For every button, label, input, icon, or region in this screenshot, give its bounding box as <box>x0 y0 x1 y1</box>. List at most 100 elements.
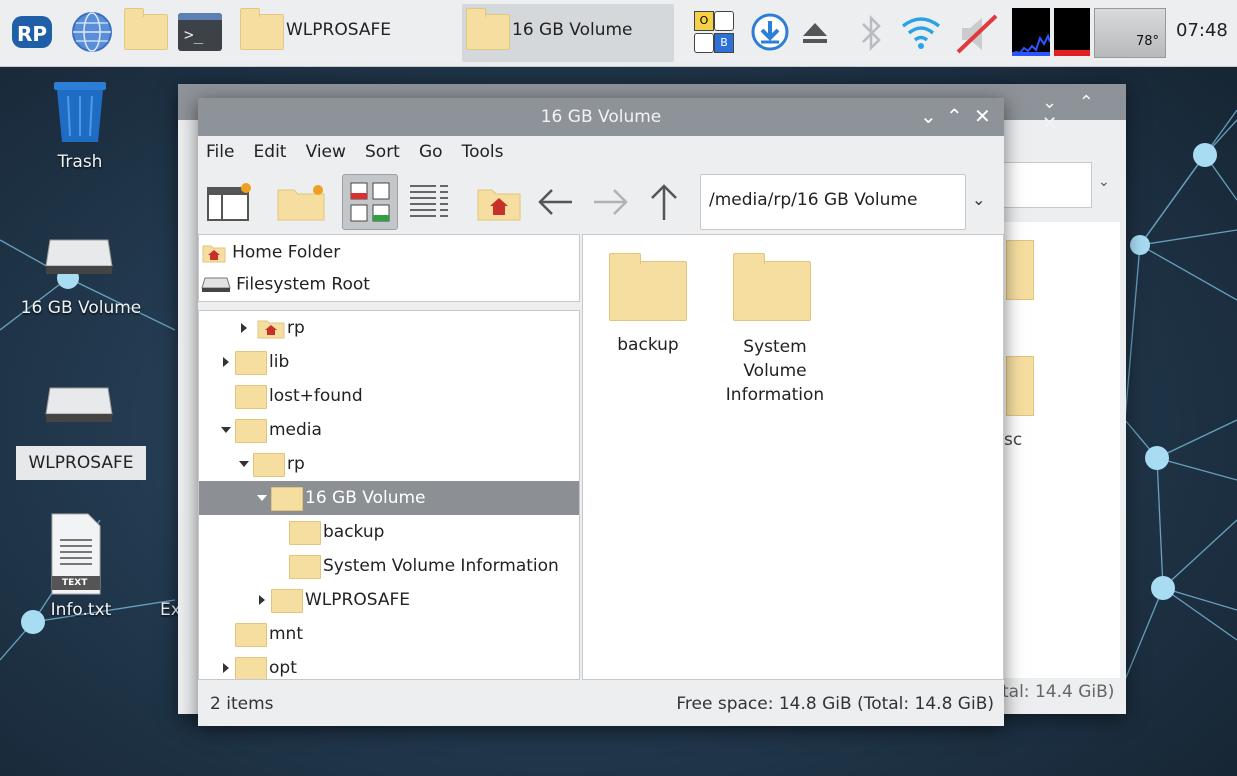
file-manager-window[interactable]: 16 GB Volume ⌄ ⌃ ✕ File Edit View Sort G… <box>198 98 1004 726</box>
folder-icon <box>253 453 285 477</box>
back-button[interactable] <box>534 180 576 224</box>
taskbar-window-wlprosafe[interactable]: WLPROSAFE <box>236 4 446 62</box>
expand-arrow-icon[interactable] <box>241 323 247 333</box>
folder-icon <box>733 253 811 321</box>
menu-bar: File Edit View Sort Go Tools <box>206 142 518 172</box>
path-dropdown-icon[interactable]: ⌄ <box>972 190 985 209</box>
tree-item-lost-found[interactable]: lost+found <box>199 379 579 413</box>
background-window-controls[interactable]: ⌄ ⌃ ✕ <box>1042 92 1126 134</box>
background-path-dropdown-icon[interactable]: ⌄ <box>1098 174 1110 190</box>
home-button[interactable] <box>476 180 524 224</box>
folder-icon <box>235 385 267 409</box>
tree-item-label: opt <box>269 658 297 678</box>
up-arrow-icon <box>651 184 677 220</box>
expand-arrow-icon[interactable] <box>259 595 265 605</box>
tree-item-lib[interactable]: lib <box>199 345 579 379</box>
menu-sort[interactable]: Sort <box>365 142 400 162</box>
tree-item-system-volume-information[interactable]: System Volume Information <box>199 549 579 583</box>
list-view-button[interactable] <box>406 178 452 226</box>
collapse-arrow-icon[interactable] <box>257 495 267 501</box>
desktop-icon-info-txt[interactable]: TEXT Info.txt <box>6 508 156 628</box>
new-folder-icon <box>277 185 325 221</box>
forward-button[interactable] <box>590 180 632 224</box>
tree-item-media-rp[interactable]: rp <box>199 447 579 481</box>
desktop-icon-wlprosafe[interactable]: WLPROSAFE <box>6 378 156 480</box>
tree-item-mnt[interactable]: mnt <box>199 617 579 651</box>
icon-view-button[interactable] <box>342 174 398 230</box>
path-bar[interactable]: /media/rp/16 GB Volume <box>700 174 966 230</box>
home-folder-icon <box>477 189 521 221</box>
file-pane[interactable]: backup System Volume Information <box>582 234 1004 680</box>
menu-tools[interactable]: Tools <box>462 142 504 162</box>
up-button[interactable] <box>644 180 684 224</box>
close-button[interactable]: ✕ <box>974 104 991 128</box>
menu-go[interactable]: Go <box>419 142 443 162</box>
directory-tree: rp lib lost+found media rp 16 GB Volume <box>198 310 580 680</box>
taskbar-window-label: 16 GB Volume <box>512 20 633 40</box>
menu-view[interactable]: View <box>306 142 346 162</box>
taskbar: RP >_ WLPROSAFE 16 GB Volume O B 78° 07:… <box>0 0 1237 67</box>
window-title: 16 GB Volume <box>540 107 662 127</box>
status-item-count: 2 items <box>210 694 274 714</box>
tree-item-media[interactable]: media <box>199 413 579 447</box>
rpi-menu-icon[interactable]: RP <box>10 12 54 52</box>
desktop-icon-16gb-volume[interactable]: 16 GB Volume <box>6 230 156 330</box>
taskbar-window-16gb-volume[interactable]: 16 GB Volume <box>462 4 674 62</box>
window-titlebar[interactable]: 16 GB Volume ⌄ ⌃ ✕ <box>198 98 1004 136</box>
tree-item-label: System Volume Information <box>323 556 559 576</box>
browser-globe-icon[interactable] <box>70 10 114 54</box>
expand-arrow-icon[interactable] <box>223 357 229 367</box>
clock[interactable]: 07:48 <box>1176 20 1228 41</box>
file-manager-launcher-icon[interactable] <box>124 8 168 50</box>
tree-item-label: rp <box>287 318 305 338</box>
eject-icon[interactable] <box>800 20 830 50</box>
volume-muted-icon[interactable] <box>952 14 1002 58</box>
place-filesystem-root[interactable]: Filesystem Root <box>201 269 370 299</box>
maximize-button[interactable]: ⌃ <box>946 104 963 128</box>
tree-item-label: rp <box>287 454 305 474</box>
menu-edit[interactable]: Edit <box>254 142 287 162</box>
collapse-arrow-icon[interactable] <box>239 461 249 467</box>
drive-icon <box>201 277 231 292</box>
tree-item-label: lost+found <box>269 386 363 406</box>
taskbar-window-label: WLPROSAFE <box>286 20 391 40</box>
minimize-button[interactable]: ⌄ <box>920 104 937 128</box>
background-file-pane[interactable]: sc <box>1000 222 1120 678</box>
place-home-folder[interactable]: Home Folder <box>201 237 340 267</box>
tree-item-opt[interactable]: opt <box>199 651 579 679</box>
collapse-arrow-icon[interactable] <box>221 427 231 433</box>
drive-icon <box>45 387 113 422</box>
desktop-icon-label: Trash <box>57 152 103 172</box>
cpu-usage-graph <box>1011 8 1051 56</box>
tree-item-rp[interactable]: rp <box>199 311 579 345</box>
terminal-icon[interactable]: >_ <box>178 13 222 51</box>
folder-icon <box>289 521 321 545</box>
desktop-icon-label: 16 GB Volume <box>20 298 142 318</box>
cpu-temperature-monitor: 78° <box>1094 8 1166 58</box>
desktop-icon-label: WLPROSAFE <box>16 446 146 480</box>
bluetooth-icon[interactable] <box>858 14 884 56</box>
expand-arrow-icon[interactable] <box>223 663 229 673</box>
list-view-icon <box>410 185 448 217</box>
menu-file[interactable]: File <box>206 142 234 162</box>
file-item-system-volume-information[interactable]: System Volume Information <box>713 245 837 425</box>
new-window-button[interactable] <box>206 180 254 224</box>
home-folder-icon <box>257 320 285 339</box>
status-bar: 2 items Free space: 14.8 GiB (Total: 14.… <box>198 682 1004 726</box>
background-path-bar[interactable] <box>1000 162 1092 208</box>
tree-item-backup[interactable]: backup <box>199 515 579 549</box>
wifi-icon[interactable] <box>900 14 942 54</box>
places-pane: Home Folder Filesystem Root <box>198 234 580 302</box>
tree-item-wlprosafe[interactable]: WLPROSAFE <box>199 583 579 617</box>
new-window-icon <box>207 183 251 221</box>
updater-download-icon[interactable] <box>750 12 790 56</box>
status-free-space: Free space: 14.8 GiB (Total: 14.8 GiB) <box>676 694 994 714</box>
keyboard-layout-indicator[interactable]: O B <box>692 9 738 55</box>
home-icon <box>202 245 226 262</box>
file-item-backup[interactable]: backup <box>593 245 703 375</box>
tree-item-label: mnt <box>269 624 303 644</box>
desktop-icon-trash[interactable]: Trash <box>10 72 150 182</box>
tree-item-16gb-volume[interactable]: 16 GB Volume <box>199 481 579 515</box>
desktop-icon-label: Info.txt <box>50 600 112 620</box>
new-folder-button[interactable] <box>276 180 328 224</box>
